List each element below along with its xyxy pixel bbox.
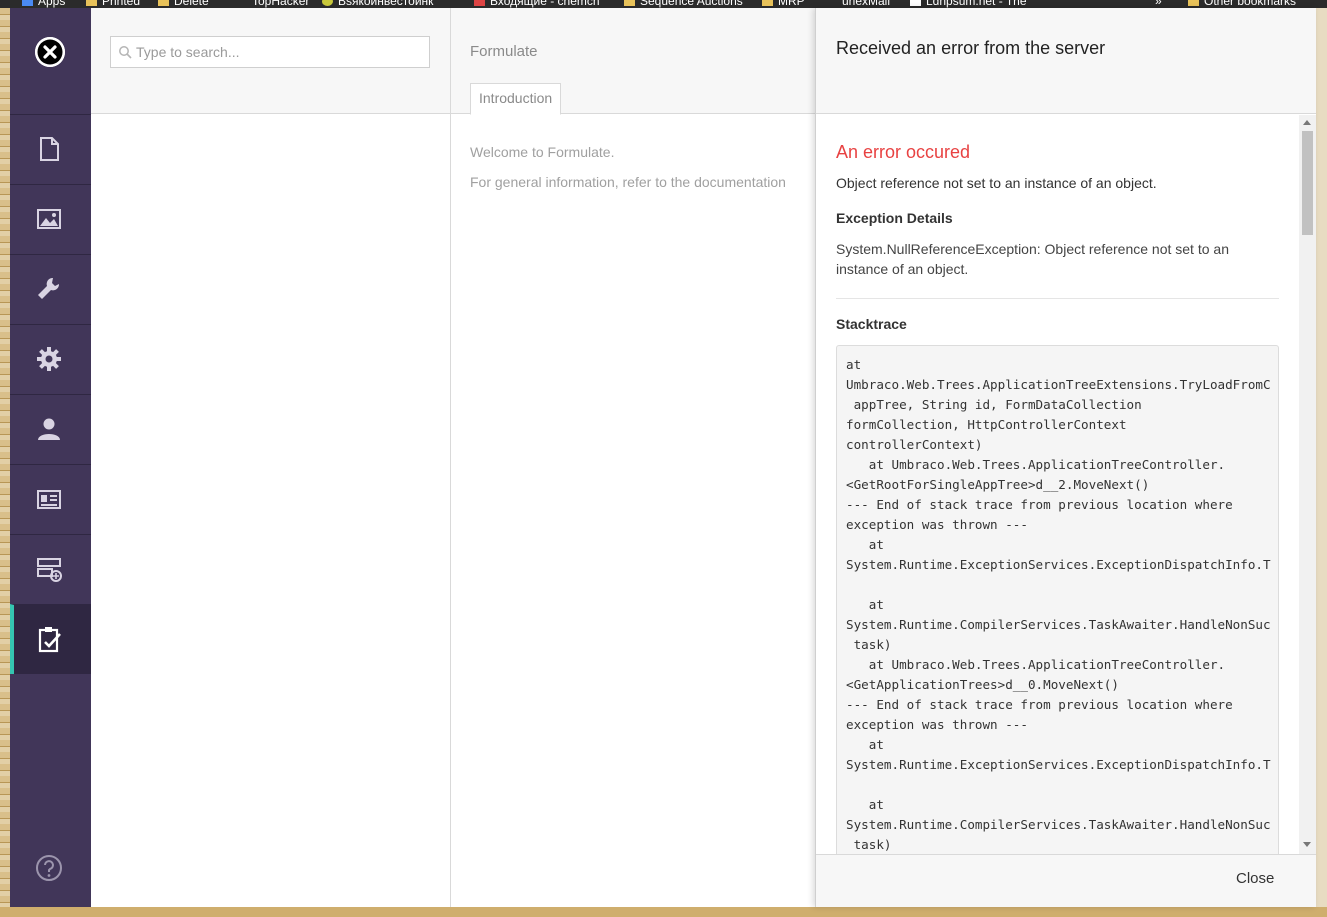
tree-panel — [91, 8, 451, 907]
sidebar-item-media[interactable] — [10, 184, 91, 254]
exception-heading: Exception Details — [836, 210, 953, 226]
dialog-scrollbar[interactable] — [1299, 115, 1316, 854]
sidebar-item-developer[interactable] — [10, 254, 91, 324]
sidebar-item-formulate[interactable] — [10, 604, 91, 674]
documentation-text: For general information, refer to the do… — [470, 174, 786, 190]
sidebar-item-members[interactable] — [10, 464, 91, 534]
search-box[interactable] — [110, 36, 430, 68]
scroll-down-arrow-icon[interactable] — [1303, 842, 1311, 847]
site-icon — [322, 0, 333, 6]
divider — [836, 298, 1279, 299]
sidebar-item-content[interactable] — [10, 114, 91, 184]
section-sidebar — [10, 8, 91, 907]
welcome-text: Welcome to Formulate. — [470, 144, 615, 160]
image-icon — [37, 209, 61, 229]
stacktrace-text: at Umbraco.Web.Trees.ApplicationTreeExte… — [846, 357, 1271, 852]
exception-details: System.NullReferenceException: Object re… — [836, 241, 1229, 277]
bookmark-item[interactable]: TopHacker — [236, 0, 309, 8]
sidebar-item-users[interactable] — [10, 394, 91, 464]
error-heading: An error occured — [836, 142, 971, 162]
user-icon — [38, 418, 60, 440]
bookmark-item[interactable]: Delete — [158, 0, 209, 8]
bookmarks-bar: Apps Printed Delete TopHacker Вsякоинвес… — [0, 0, 1327, 8]
dialog-header: Received an error from the server — [816, 8, 1316, 114]
mail-icon — [474, 0, 485, 6]
error-message: Object reference not set to an instance … — [836, 175, 1157, 191]
window-right-edge — [1316, 8, 1327, 917]
bookmark-apps[interactable]: Apps — [22, 0, 65, 8]
dialog-footer: Close — [816, 854, 1316, 907]
folder-icon — [762, 0, 773, 6]
scroll-up-arrow-icon[interactable] — [1303, 120, 1311, 125]
window-bottom-edge — [0, 907, 1327, 917]
search-input[interactable] — [136, 42, 421, 62]
sidebar-item-forms[interactable] — [10, 534, 91, 604]
apps-icon — [22, 0, 33, 6]
help-icon[interactable] — [35, 854, 63, 882]
bookmark-item[interactable]: Sequence Auctions — [624, 0, 743, 8]
window-left-edge — [0, 8, 10, 917]
sidebar-header — [10, 8, 91, 114]
dialog-body: An error occured Object reference not se… — [816, 115, 1316, 854]
bookmark-item[interactable]: Ldnpsum.net - The — [910, 0, 1027, 8]
clipboard-check-icon — [38, 627, 61, 653]
main-header: Formulate Introduction — [451, 8, 816, 115]
wrench-icon — [38, 277, 60, 299]
sidebar-item-settings[interactable] — [10, 324, 91, 394]
error-dialog: Received an error from the server An err… — [815, 8, 1316, 907]
folder-icon — [1188, 0, 1199, 6]
stacktrace-box: at Umbraco.Web.Trees.ApplicationTreeExte… — [836, 345, 1279, 854]
dialog-title: Received an error from the server — [836, 38, 1106, 58]
page-icon — [236, 0, 247, 6]
page-icon — [910, 0, 921, 6]
document-icon — [40, 137, 59, 161]
page-title: Formulate — [470, 43, 538, 60]
bookmark-item[interactable]: urlexMail — [826, 0, 890, 8]
tab-introduction[interactable]: Introduction — [470, 83, 562, 115]
close-button[interactable]: Close — [1236, 870, 1274, 887]
folder-icon — [624, 0, 635, 6]
bookmark-item[interactable]: MRP — [762, 0, 805, 8]
bookmark-item[interactable]: Входящие - chemch — [474, 0, 600, 8]
search-icon — [119, 46, 132, 59]
tree-header — [91, 8, 450, 114]
bookmark-item[interactable]: Вsякоинвестоинк — [322, 0, 433, 8]
folder-icon — [158, 0, 169, 6]
form-add-icon — [37, 558, 62, 582]
close-icon[interactable] — [35, 37, 65, 67]
stacktrace-heading: Stacktrace — [836, 316, 907, 332]
page-icon — [826, 0, 837, 6]
main-panel: Formulate Introduction Welcome to Formul… — [451, 8, 816, 907]
scrollbar-thumb[interactable] — [1302, 131, 1313, 235]
bookmark-other[interactable]: Other bookmarks — [1188, 0, 1296, 8]
bookmarks-overflow[interactable]: » — [1155, 0, 1162, 8]
id-card-icon — [37, 490, 61, 509]
gear-icon — [37, 347, 61, 371]
folder-icon — [86, 0, 97, 6]
bookmark-item[interactable]: Printed — [86, 0, 140, 8]
